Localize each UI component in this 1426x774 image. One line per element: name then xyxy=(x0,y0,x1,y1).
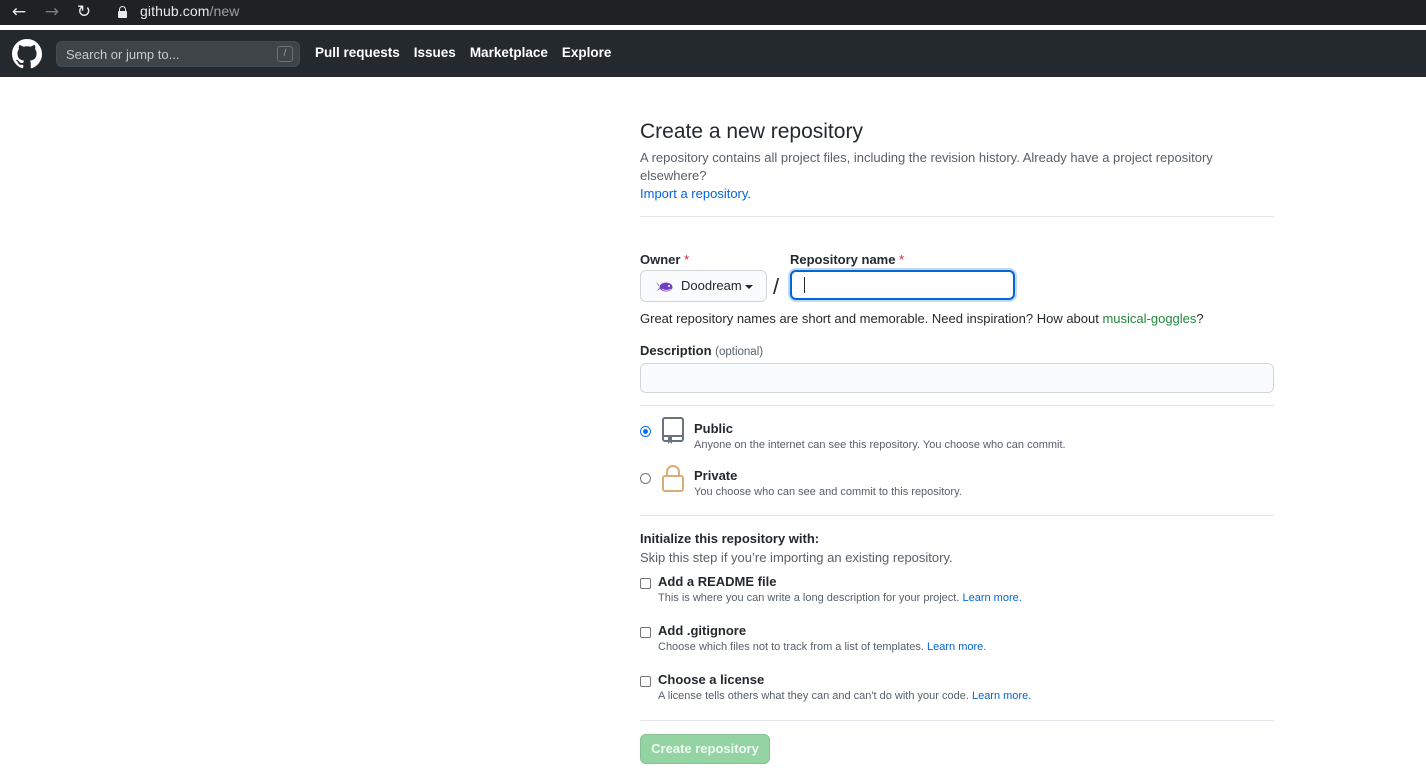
license-option[interactable]: Choose a license A license tells others … xyxy=(640,672,1274,721)
repo-name-hint: Great repository names are short and mem… xyxy=(640,311,1274,326)
license-note-text: A license tells others what they can and… xyxy=(658,690,969,702)
page-title: Create a new repository xyxy=(640,120,863,143)
owner-group: Owner * Doodream xyxy=(640,252,767,302)
url-host: github.com xyxy=(140,3,210,19)
browser-toolbar: ← → ↻ github.com/new xyxy=(0,0,1426,25)
nav-marketplace[interactable]: Marketplace xyxy=(470,45,548,60)
repo-name-group: Repository name * xyxy=(790,252,1015,300)
lock-icon xyxy=(662,465,684,492)
repo-name-label-text: Repository name xyxy=(790,252,896,267)
search-input[interactable]: Search or jump to... / xyxy=(56,41,300,67)
owner-label-text: Owner xyxy=(640,252,681,267)
visibility-option-public[interactable]: Public Anyone on the internet can see th… xyxy=(640,417,1274,468)
gitignore-title: Add .gitignore xyxy=(658,623,747,638)
repo-name-required-marker: * xyxy=(899,252,905,267)
divider xyxy=(640,405,1274,406)
public-radio[interactable] xyxy=(640,426,651,437)
public-title: Public xyxy=(694,421,734,436)
owner-avatar-icon xyxy=(656,282,673,292)
private-note: You choose who can see and commit to thi… xyxy=(694,486,962,498)
owner-required-marker: * xyxy=(684,252,690,267)
owner-label: Owner * xyxy=(640,252,689,267)
new-repo-form: Create a new repository A repository con… xyxy=(640,118,1274,764)
nav-pull-requests[interactable]: Pull requests xyxy=(315,45,400,60)
create-repository-button[interactable]: Create repository xyxy=(640,734,770,764)
gitignore-learn-more-link[interactable]: Learn more. xyxy=(927,641,986,653)
reload-icon[interactable]: ↻ xyxy=(74,2,94,22)
nav-explore[interactable]: Explore xyxy=(562,45,612,60)
gitignore-note-text: Choose which files not to track from a l… xyxy=(658,641,924,653)
readme-note-text: This is where you can write a long descr… xyxy=(658,592,960,604)
license-checkbox[interactable] xyxy=(640,676,651,687)
description-label: Description (optional) xyxy=(640,343,1274,358)
owner-repo-row: Owner * Doodream / Repository name * xyxy=(640,252,1274,302)
gitignore-checkbox[interactable] xyxy=(640,627,651,638)
back-arrow-icon[interactable]: ← xyxy=(9,2,29,22)
chevron-down-icon xyxy=(745,285,753,289)
url-text: github.com/new xyxy=(140,3,239,19)
license-title: Choose a license xyxy=(658,672,765,687)
gitignore-note: Choose which files not to track from a l… xyxy=(658,641,986,653)
initialize-heading: Initialize this repository with: xyxy=(640,531,820,546)
text-cursor xyxy=(804,277,805,293)
url-path: /new xyxy=(209,3,240,19)
owner-dropdown-button[interactable]: Doodream xyxy=(640,270,767,302)
nav-issues[interactable]: Issues xyxy=(414,45,456,60)
page-description-text: A repository contains all project files,… xyxy=(640,150,1213,183)
forward-arrow-icon[interactable]: → xyxy=(42,2,62,22)
repo-name-label: Repository name * xyxy=(790,252,904,267)
repo-book-icon xyxy=(662,417,684,444)
license-learn-more-link[interactable]: Learn more. xyxy=(972,690,1031,702)
readme-checkbox[interactable] xyxy=(640,578,651,589)
private-radio[interactable] xyxy=(640,473,651,484)
owner-name: Doodream xyxy=(681,278,742,293)
search-shortcut-key: / xyxy=(277,46,293,62)
name-suggestion[interactable]: musical-goggles xyxy=(1102,311,1196,326)
github-logo-icon[interactable] xyxy=(12,39,42,69)
readme-option[interactable]: Add a README file This is where you can … xyxy=(640,574,1274,623)
public-note: Anyone on the internet can see this repo… xyxy=(694,439,1066,451)
initialize-subheading: Skip this step if you’re importing an ex… xyxy=(640,550,953,565)
import-repository-link[interactable]: Import a repository. xyxy=(640,186,751,201)
readme-learn-more-link[interactable]: Learn more. xyxy=(962,592,1021,604)
address-bar[interactable]: github.com/new xyxy=(106,0,1426,25)
license-note: A license tells others what they can and… xyxy=(658,690,1031,702)
github-header: Search or jump to... / Pull requests Iss… xyxy=(0,30,1426,77)
visibility-option-private[interactable]: Private You choose who can see and commi… xyxy=(640,465,1274,515)
description-optional: (optional) xyxy=(715,346,764,358)
gitignore-option[interactable]: Add .gitignore Choose which files not to… xyxy=(640,623,1274,672)
lock-icon xyxy=(118,6,127,18)
readme-note: This is where you can write a long descr… xyxy=(658,592,1022,604)
page-description: A repository contains all project files,… xyxy=(640,149,1274,203)
header-nav: Pull requests Issues Marketplace Explore xyxy=(315,45,611,60)
description-input[interactable] xyxy=(640,363,1274,393)
repository-name-input[interactable] xyxy=(790,270,1015,300)
readme-title: Add a README file xyxy=(658,574,777,589)
description-label-text: Description xyxy=(640,343,712,358)
divider xyxy=(640,515,1274,516)
search-placeholder: Search or jump to... xyxy=(66,47,180,62)
hint-text: Great repository names are short and mem… xyxy=(640,311,1103,326)
private-title: Private xyxy=(694,468,738,483)
owner-repo-separator: / xyxy=(773,274,780,299)
hint-end: ? xyxy=(1196,311,1204,326)
divider xyxy=(640,216,1274,217)
